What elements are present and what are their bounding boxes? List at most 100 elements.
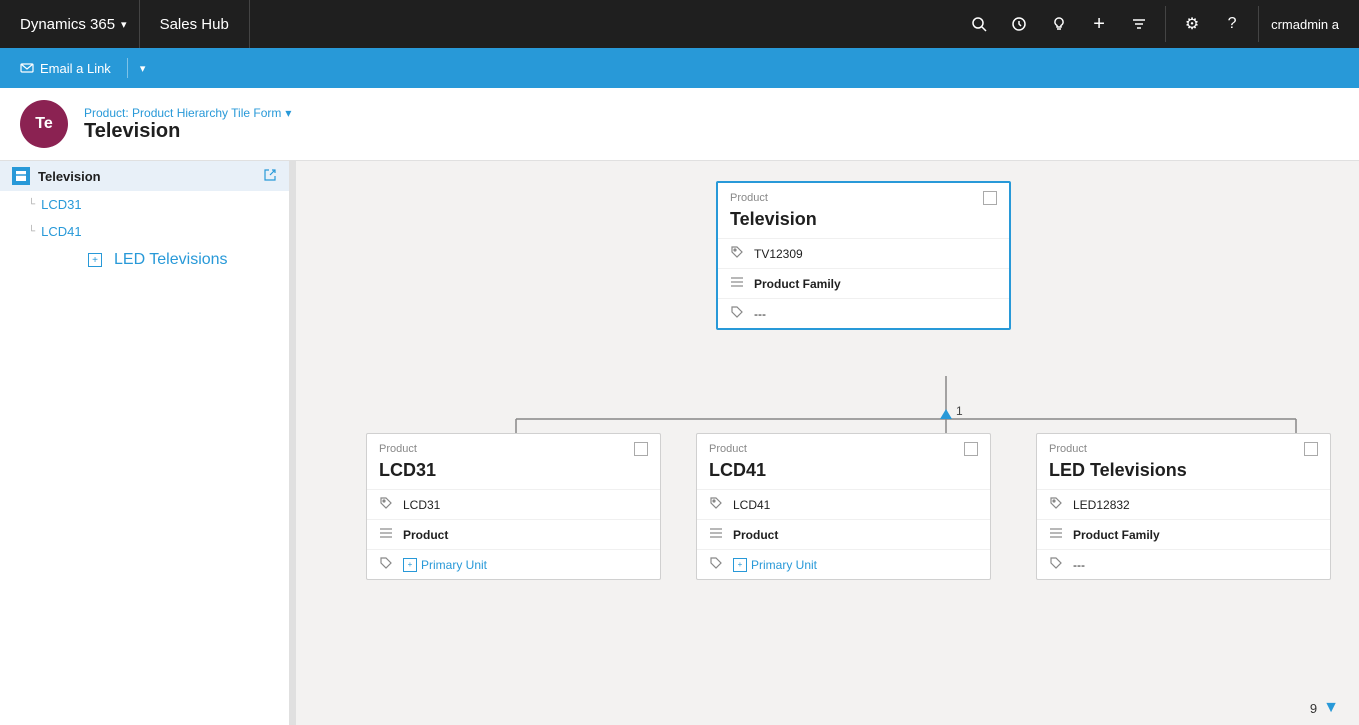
module-label: Sales Hub xyxy=(140,0,250,48)
list-icon-led xyxy=(1049,526,1065,543)
card-row-led-id: LED12832 xyxy=(1037,489,1330,519)
help-icon[interactable]: ? xyxy=(1214,6,1250,42)
card-header-lcd31: Product xyxy=(367,434,660,460)
tag-icon-lcd31-unit xyxy=(379,556,395,573)
user-label: crmadmin a xyxy=(1259,17,1351,32)
card-row-led-extra: --- xyxy=(1037,549,1330,579)
card-row-lcd41-unit: + Primary Unit xyxy=(697,549,990,579)
brand-area[interactable]: Dynamics 365 ▾ xyxy=(8,0,140,48)
avatar: Te xyxy=(20,100,68,148)
svg-text:1: 1 xyxy=(956,404,963,418)
toolbar-separator xyxy=(127,58,128,78)
card-checkbox-television[interactable] xyxy=(983,191,997,205)
toolbar-dropdown[interactable]: ▾ xyxy=(136,58,150,79)
search-icon[interactable] xyxy=(961,6,997,42)
hierarchy-canvas: 1 Product Television TV12309 xyxy=(296,161,1359,725)
filter-icon[interactable] xyxy=(1121,6,1157,42)
card-row-tv-extra: --- xyxy=(718,298,1009,328)
card-value-lcd31-type: Product xyxy=(403,528,448,542)
root-icon xyxy=(12,167,30,185)
card-header-led: Product xyxy=(1037,434,1330,460)
card-label-television: Product xyxy=(730,192,768,204)
nav-icons-group: + xyxy=(953,6,1166,42)
sidebar-indent-lcd31: └ LCD31 xyxy=(28,191,289,218)
sidebar-item-lcd41[interactable]: └ LCD41 xyxy=(28,218,289,245)
card-value-led-type: Product Family xyxy=(1073,528,1160,542)
card-led-televisions[interactable]: Product LED Televisions LED12832 Pr xyxy=(1036,433,1331,580)
card-row-tv-id: TV12309 xyxy=(718,238,1009,268)
card-label-lcd31: Product xyxy=(379,443,417,455)
link-box-icon-lcd41: + xyxy=(733,558,747,572)
pagination: 9 ▼ xyxy=(1310,699,1339,717)
tag-icon-lcd41-unit xyxy=(709,556,725,573)
main-layout: Television └ LCD31 └ LCD41 + LED Televis xyxy=(0,161,1359,725)
card-title-television: Television xyxy=(718,209,1009,238)
sidebar-item-television[interactable]: Television xyxy=(0,161,289,191)
card-lcd31[interactable]: Product LCD31 LCD31 Product xyxy=(366,433,661,580)
sidebar-link-lcd41[interactable]: LCD41 xyxy=(41,224,81,239)
card-title-led: LED Televisions xyxy=(1037,460,1330,489)
card-value-tv-id: TV12309 xyxy=(754,247,803,261)
sidebar-plus-icon: + xyxy=(88,253,102,267)
tag-icon-led-extra xyxy=(1049,556,1065,573)
sidebar-root-label: Television xyxy=(38,169,101,184)
card-television[interactable]: Product Television TV12309 Product xyxy=(716,181,1011,330)
card-checkbox-lcd41[interactable] xyxy=(964,442,978,456)
record-header: Te Product: Product Hierarchy Tile Form … xyxy=(0,88,1359,161)
plus-nav-icon[interactable]: + xyxy=(1081,6,1117,42)
card-link-lcd31-unit[interactable]: + Primary Unit xyxy=(403,558,487,572)
card-lcd41[interactable]: Product LCD41 LCD41 Product xyxy=(696,433,991,580)
toolbar: Email a Link ▾ xyxy=(0,48,1359,88)
sidebar-indent-led: + LED Televisions xyxy=(44,245,289,275)
card-label-lcd41: Product xyxy=(709,443,747,455)
top-nav: Dynamics 365 ▾ Sales Hub + ⚙ xyxy=(0,0,1359,48)
list-icon-lcd41 xyxy=(709,526,725,543)
list-icon-lcd31 xyxy=(379,526,395,543)
card-row-led-type: Product Family xyxy=(1037,519,1330,549)
tag-icon-led xyxy=(1049,496,1065,513)
sidebar: Television └ LCD31 └ LCD41 + LED Televis xyxy=(0,161,290,725)
card-row-tv-type: Product Family xyxy=(718,268,1009,298)
card-value-tv-extra: --- xyxy=(754,307,766,321)
gear-icon[interactable]: ⚙ xyxy=(1174,6,1210,42)
sidebar-connector-line-lcd41: └ xyxy=(28,226,35,237)
card-link-lcd41-unit[interactable]: + Primary Unit xyxy=(733,558,817,572)
list-icon-tv xyxy=(730,275,746,292)
sidebar-indent-lcd41: └ LCD41 xyxy=(28,218,289,245)
card-row-lcd31-unit: + Primary Unit xyxy=(367,549,660,579)
recent-icon[interactable] xyxy=(1001,6,1037,42)
sidebar-link-lcd31[interactable]: LCD31 xyxy=(41,197,81,212)
sidebar-connector-line-lcd31: └ xyxy=(28,199,35,210)
record-title: Television xyxy=(84,120,291,143)
record-info: Product: Product Hierarchy Tile Form ▾ T… xyxy=(84,106,291,143)
page-number: 9 xyxy=(1310,701,1317,716)
card-checkbox-lcd31[interactable] xyxy=(634,442,648,456)
link-box-icon-lcd31: + xyxy=(403,558,417,572)
brand-chevron: ▾ xyxy=(121,18,127,31)
card-value-lcd31-id: LCD31 xyxy=(403,498,440,512)
card-value-led-extra: --- xyxy=(1073,558,1085,572)
sidebar-item-lcd31[interactable]: └ LCD31 xyxy=(28,191,289,218)
card-row-lcd41-type: Product xyxy=(697,519,990,549)
card-title-lcd41: LCD41 xyxy=(697,460,990,489)
tag-icon-tv2 xyxy=(730,305,746,322)
email-link-button[interactable]: Email a Link xyxy=(12,57,119,80)
card-label-led: Product xyxy=(1049,443,1087,455)
card-value-tv-type: Product Family xyxy=(754,277,841,291)
card-value-led-id: LED12832 xyxy=(1073,498,1130,512)
record-form-name[interactable]: Product: Product Hierarchy Tile Form ▾ xyxy=(84,106,291,120)
card-header-lcd41: Product xyxy=(697,434,990,460)
card-header-television: Product xyxy=(718,183,1009,209)
card-checkbox-led[interactable] xyxy=(1304,442,1318,456)
settings-group: ⚙ ? xyxy=(1166,6,1259,42)
tag-icon-tv xyxy=(730,245,746,262)
card-value-lcd41-id: LCD41 xyxy=(733,498,770,512)
lightbulb-icon[interactable] xyxy=(1041,6,1077,42)
tag-icon-lcd31 xyxy=(379,496,395,513)
card-title-lcd31: LCD31 xyxy=(367,460,660,489)
page-arrow-down[interactable]: ▼ xyxy=(1323,699,1339,717)
card-row-lcd31-type: Product xyxy=(367,519,660,549)
sidebar-link-led-televisions[interactable]: LED Televisions xyxy=(114,251,228,269)
brand-label: Dynamics 365 xyxy=(20,16,115,33)
external-link-icon[interactable] xyxy=(263,168,277,185)
